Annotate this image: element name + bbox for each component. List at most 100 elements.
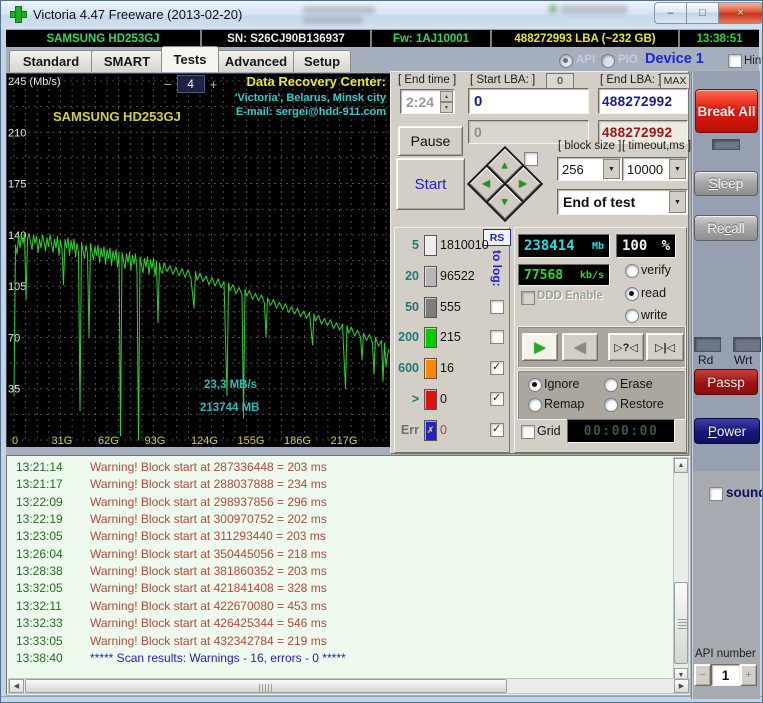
tab-advanced[interactable]: Advanced	[217, 50, 295, 72]
log-message: Warning! Block start at 426425344 = 546 …	[90, 616, 327, 631]
api-number-plus-button[interactable]: +	[740, 664, 757, 686]
tests-panel: [ End time ] 2:24 ▲ ▼ Pause Start [ Start…	[390, 71, 691, 454]
zoom-in-button[interactable]: +	[210, 77, 218, 92]
zoom-out-button[interactable]: −	[164, 77, 172, 92]
ddd-enable-checkbox[interactable]	[521, 291, 535, 305]
start-lba-label: [ Start LBA: ]	[470, 74, 536, 86]
pio-radio[interactable]	[601, 54, 615, 68]
stat-log-checkbox->[interactable]	[490, 391, 504, 406]
ignore-radio[interactable]	[528, 378, 542, 392]
erase-radio[interactable]	[604, 378, 618, 392]
api-label: API	[576, 54, 596, 66]
svg-text:245 (Mb/s): 245 (Mb/s)	[8, 76, 61, 88]
end-time-spinner[interactable]: 2:24 ▲ ▼	[400, 89, 455, 114]
window-frame-bottom	[1, 696, 762, 702]
start-button[interactable]: Start	[396, 158, 465, 210]
dropdown-arrow-icon[interactable]: ▼	[669, 191, 686, 213]
timeout-select[interactable]: 10000 ▼	[622, 157, 688, 181]
stat-log-checkbox-Err[interactable]	[490, 422, 504, 437]
pause-button[interactable]: Pause	[398, 126, 463, 156]
tab-standard[interactable]: Standard	[9, 50, 93, 72]
stat-log-checkbox-50[interactable]	[490, 299, 504, 314]
stat-log-checkbox-200[interactable]	[490, 330, 504, 345]
hints-checkbox[interactable]	[728, 54, 742, 68]
to-end-button[interactable]: ▷|◁	[646, 333, 684, 361]
maximize-button[interactable]: □	[686, 2, 719, 24]
dropdown-arrow-icon[interactable]: ▼	[603, 159, 620, 179]
arrow-left-icon: ◀	[482, 178, 491, 190]
stat-threshold-label: 5	[412, 238, 419, 252]
spin-up-icon[interactable]: ▲	[440, 91, 453, 102]
write-label: write	[641, 308, 668, 322]
svg-text:0: 0	[12, 435, 18, 447]
play-button[interactable]: ▶	[522, 333, 558, 361]
tab-setup[interactable]: Setup	[293, 50, 351, 72]
log-vertical-scrollbar[interactable]: ▲ ▼	[673, 457, 689, 684]
write-radio[interactable]	[625, 309, 639, 323]
scroll-up-icon[interactable]: ▲	[674, 458, 688, 473]
speed-unit: kb/s	[579, 269, 604, 281]
svg-text:124G: 124G	[191, 435, 218, 447]
right-sidebar: Break All Sleep Re c all Rd Wrt Passp Powe…	[691, 71, 762, 699]
vertical-scroll-thumb[interactable]	[674, 582, 688, 664]
block-size-value: 256	[562, 161, 584, 177]
block-size-select[interactable]: 256 ▼	[557, 157, 622, 181]
recall-button[interactable]: Re c all	[694, 215, 758, 241]
horizontal-scroll-thumb[interactable]	[25, 679, 507, 693]
remap-label: Remap	[544, 397, 585, 411]
api-number-minus-button[interactable]: −	[694, 664, 711, 686]
start-lba-secondary-value: 0	[474, 124, 482, 140]
sleep-button[interactable]: Sleep	[694, 171, 758, 196]
title-bar[interactable]: Victoria 4.47 Freeware (2013-02-20) – □ …	[1, 1, 762, 30]
spinner-arrows[interactable]: ▲ ▼	[440, 91, 453, 113]
erase-label: Erase	[620, 377, 653, 391]
start-lba-value: 0	[474, 92, 483, 110]
break-all-button[interactable]: Break All	[695, 89, 758, 133]
skip-button[interactable]: ▷?◁	[608, 333, 644, 361]
nav-option-checkbox[interactable]	[524, 152, 538, 166]
scroll-left-icon[interactable]: ◀	[9, 679, 24, 693]
start-lba-zero-button[interactable]: 0	[546, 73, 574, 89]
power-button[interactable]: Power	[694, 418, 760, 444]
passport-button[interactable]: Passp	[694, 369, 758, 395]
verify-radio[interactable]	[625, 264, 639, 278]
restore-radio[interactable]	[604, 398, 618, 412]
tab-smart[interactable]: SMART	[91, 50, 163, 72]
api-radio[interactable]	[559, 54, 573, 68]
remap-radio[interactable]	[528, 398, 542, 412]
log-timestamp: 13:22:09	[16, 494, 63, 509]
max-button[interactable]: MAX	[660, 73, 690, 89]
scroll-right-icon[interactable]: ▶	[674, 679, 689, 693]
close-button[interactable]: ×	[718, 2, 762, 24]
minimize-icon: –	[667, 7, 674, 19]
sound-checkbox[interactable]	[709, 487, 723, 501]
banner-line2: 'Victoria', Belarus, Minsk city	[234, 91, 386, 104]
stat-log-checkbox-600[interactable]	[490, 360, 504, 376]
rewind-button[interactable]: ◀	[562, 333, 598, 361]
spin-down-icon[interactable]: ▼	[440, 102, 453, 113]
start-lba-input[interactable]: 0	[468, 88, 589, 114]
stat-count: 1810010	[440, 238, 489, 252]
grid-label: Grid	[537, 424, 561, 438]
test-action-select[interactable]: End of test ▼	[557, 189, 688, 215]
svg-text:155G: 155G	[238, 435, 265, 447]
log-entry: 13:22:19 Warning! Block start at 30097075…	[16, 512, 327, 528]
log-entry: 13:38:40 ***** Scan results: Warnings - 1…	[16, 651, 346, 667]
stat-count: 0	[440, 392, 447, 406]
position-value: 238414	[524, 238, 575, 254]
timer-display: 00:00:00	[567, 419, 675, 443]
event-log[interactable]: 13:21:14 Warning! Block start at 28733644…	[6, 455, 690, 695]
log-timestamp: 13:21:14	[16, 460, 63, 474]
api-number-value: 1	[710, 664, 741, 686]
read-radio[interactable]	[625, 287, 639, 301]
stat-row-50: 50 555	[395, 296, 509, 320]
tab-tests[interactable]: Tests	[161, 46, 219, 72]
grid-checkbox[interactable]	[521, 425, 535, 439]
latency-block-icon	[424, 235, 437, 256]
latency-block-icon	[424, 389, 437, 410]
end-lba-input[interactable]: 488272992	[598, 88, 688, 114]
to-end-icon: ▷|◁	[655, 341, 675, 354]
dropdown-arrow-icon[interactable]: ▼	[669, 159, 686, 179]
minimize-button[interactable]: –	[654, 2, 687, 24]
log-horizontal-scrollbar[interactable]: ◀ ▶	[8, 678, 690, 694]
